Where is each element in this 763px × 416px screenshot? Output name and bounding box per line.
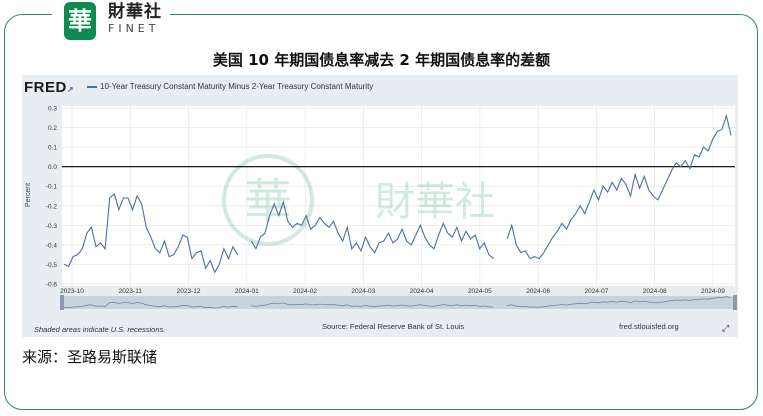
x-tick-label: 2024-01 xyxy=(235,288,259,295)
y-tick-label: 0.2 xyxy=(48,125,57,132)
y-tick-label: -0.5 xyxy=(46,262,58,269)
navigator-handle-right xyxy=(733,295,737,310)
watermark-text: 財華社 xyxy=(375,180,495,224)
x-tick-label: 2024-02 xyxy=(293,288,317,295)
x-tick-label: 2024-04 xyxy=(410,288,434,295)
y-axis-label: Percent xyxy=(25,183,32,207)
x-axis-ticks: 2023-10 2023-11 2023-12 2024-01 2024-02 2024-… xyxy=(60,288,725,295)
y-tick-label: 0.0 xyxy=(48,164,57,171)
range-navigator xyxy=(60,295,737,310)
x-tick-label: 2024-03 xyxy=(351,288,375,295)
x-tick-label: 2024-07 xyxy=(584,288,608,295)
x-tick-label: 2024-05 xyxy=(468,288,492,295)
y-tick-label: 0.1 xyxy=(48,145,57,152)
x-tick-label: 2023-11 xyxy=(119,288,143,295)
y-tick-label: -0.2 xyxy=(46,203,58,210)
expand-icon[interactable]: ⤢ xyxy=(722,324,729,334)
x-tick-label: 2023-12 xyxy=(177,288,201,295)
navigator-handle-left xyxy=(60,295,64,310)
y-tick-label: 0.3 xyxy=(48,106,57,113)
x-tick-label: 2024-08 xyxy=(643,288,667,295)
x-tick-label: 2023-10 xyxy=(60,288,84,295)
x-tick-label: 2024-06 xyxy=(526,288,550,295)
y-tick-label: -0.6 xyxy=(46,282,58,289)
fred-site-link[interactable]: fred.stlouisfed.org xyxy=(619,322,679,331)
y-axis-ticks: 0.3 0.2 0.1 0.0 -0.1 -0.2 -0.3 -0.4 -0.5 -0.6 xyxy=(46,106,58,289)
x-tick-label: 2024-09 xyxy=(701,288,725,295)
y-tick-label: -0.3 xyxy=(46,223,58,230)
y-tick-label: -0.1 xyxy=(46,184,58,191)
navigator-track xyxy=(62,296,735,309)
data-source: Source: Federal Reserve Bank of St. Loui… xyxy=(322,322,465,331)
y-tick-label: -0.4 xyxy=(46,242,58,249)
recession-note: Shaded areas indicate U.S. recessions. xyxy=(34,325,166,334)
source-caption: 来源：圣路易斯联储 xyxy=(22,348,158,366)
